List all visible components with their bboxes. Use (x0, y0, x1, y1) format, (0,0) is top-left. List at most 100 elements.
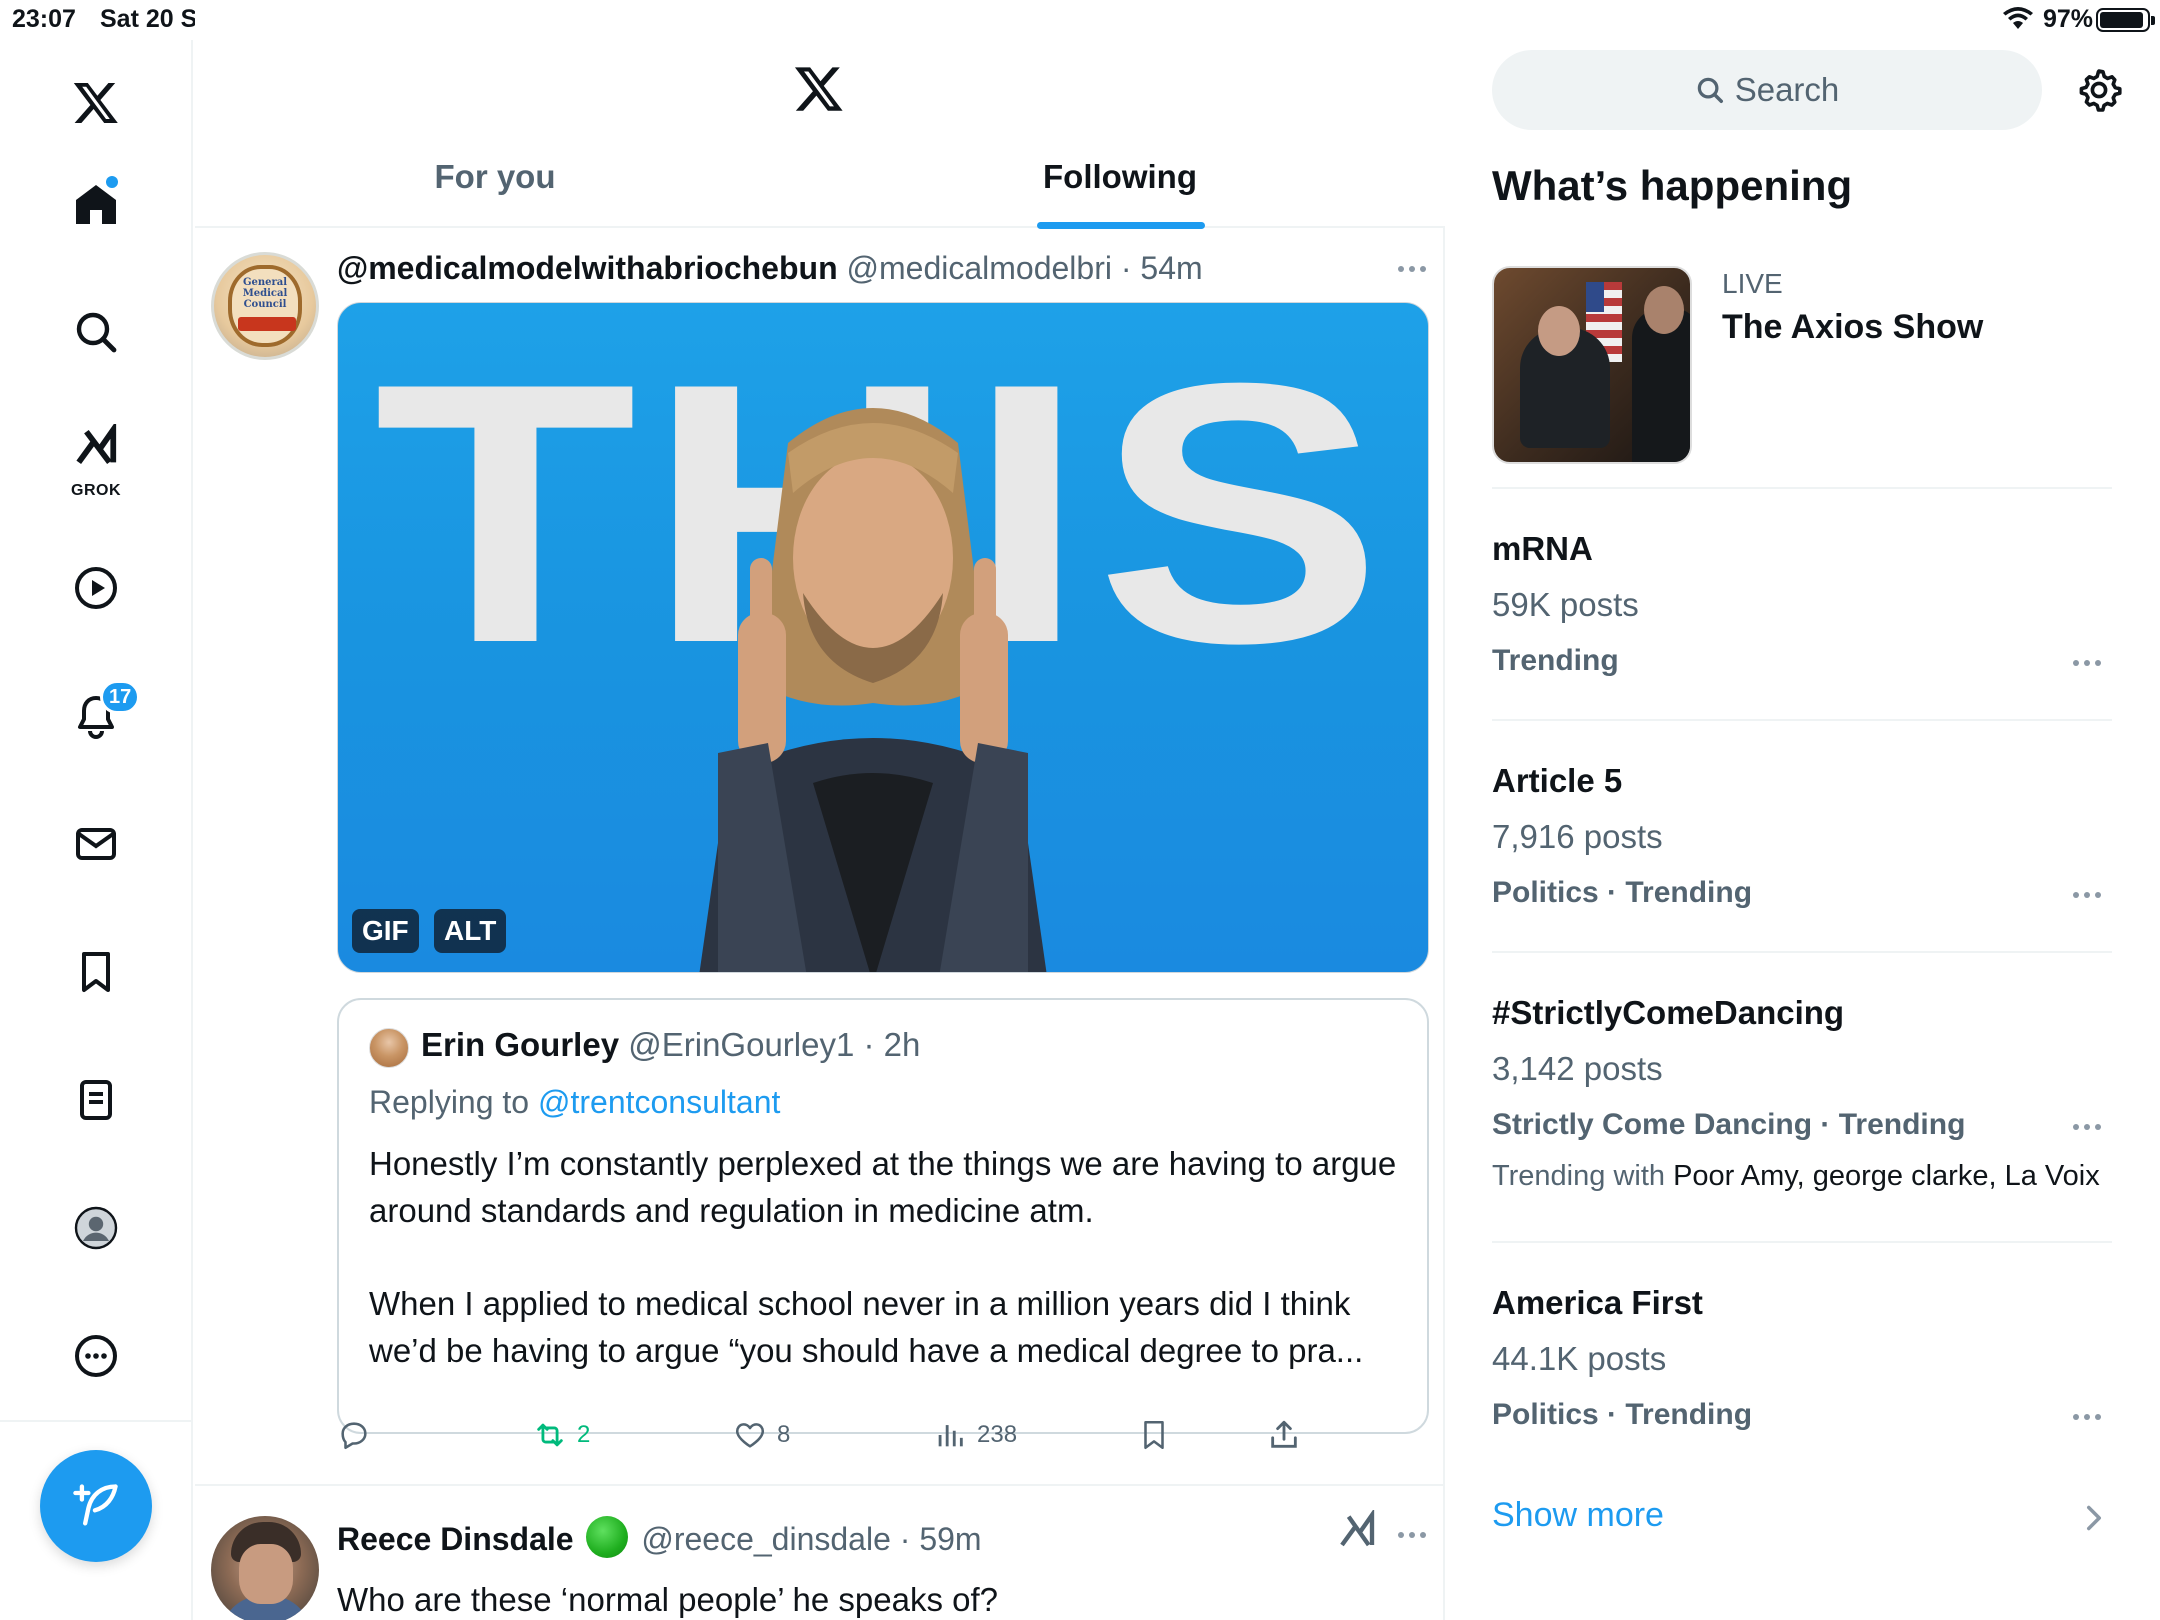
trending-with: Trending with Poor Amy, george clarke, L… (1492, 1160, 2100, 1193)
reply-icon (341, 1422, 367, 1450)
trend-more-icon[interactable] (2073, 1414, 2101, 1420)
views-button[interactable]: 238 (933, 1418, 1017, 1452)
trend-more-icon[interactable] (2073, 892, 2101, 898)
author-handle[interactable]: @medicalmodelbri (847, 250, 1112, 286)
live-thumbnail[interactable] (1492, 266, 1692, 464)
trend-title[interactable]: Article 5 (1492, 762, 1622, 800)
trend-more-icon[interactable] (2073, 1124, 2101, 1130)
show-more-link[interactable]: Show more (1492, 1496, 1664, 1535)
quoted-paragraph: Honestly I’m constantly perplexed at the… (369, 1145, 1397, 1229)
timeline-column: For you Following General Medical Council … (195, 0, 1634, 1620)
trend-more-icon[interactable] (2073, 660, 2101, 666)
replying-to: Replying to @trentconsultant (369, 1084, 780, 1121)
bookmark-icon (1144, 1420, 1164, 1450)
retweet-count: 2 (577, 1421, 591, 1448)
x-logo-icon[interactable] (793, 62, 845, 114)
tab-for-you[interactable]: For you (195, 158, 795, 228)
like-icon (735, 1423, 765, 1448)
gif-badge: GIF (352, 909, 419, 953)
x-logo-icon[interactable] (60, 66, 132, 138)
divider (1492, 487, 2112, 489)
more-icon[interactable] (60, 1320, 132, 1392)
quoted-author-name: Erin Gourley (421, 1026, 620, 1063)
chevron-right-icon[interactable] (2083, 1504, 2105, 1532)
reply-button[interactable] (337, 1418, 371, 1452)
tab-following[interactable]: Following (795, 158, 1445, 228)
quoted-paragraph: When I applied to medical school never i… (369, 1285, 1364, 1369)
tweet[interactable]: Reece Dinsdale @reece_dinsdale · 59m Who… (195, 1488, 1445, 1620)
trend-posts: 3,142 posts (1492, 1050, 1663, 1087)
active-tab-indicator (1037, 222, 1205, 229)
tweet-header: Reece Dinsdale @reece_dinsdale · 59m (337, 1516, 982, 1558)
share-icon (1271, 1420, 1297, 1448)
timestamp[interactable]: 54m (1140, 250, 1202, 286)
trend-meta: Strictly Come Dancing · Trending (1492, 1108, 1966, 1141)
quoted-timestamp: 2h (883, 1026, 921, 1063)
compose-button[interactable] (40, 1450, 152, 1562)
search-input[interactable]: Search (1492, 50, 2042, 130)
like-count: 8 (777, 1421, 791, 1448)
separator: · (890, 1521, 920, 1557)
trend-title[interactable]: mRNA (1492, 530, 1593, 568)
bell-icon[interactable]: 17 (60, 680, 141, 752)
live-title[interactable]: The Axios Show (1722, 308, 1983, 347)
separator: · (1111, 250, 1141, 286)
notifications-badge: 17 (100, 680, 141, 714)
tweet-more-icon[interactable] (1398, 266, 1426, 272)
whats-happening-heading: What’s happening (1492, 162, 1853, 209)
divider (1492, 951, 2112, 953)
tweet-text: Who are these ‘normal people’ he speaks … (337, 1581, 998, 1618)
divider (1492, 1241, 2112, 1243)
quoted-header: Erin Gourley @ErinGourley1 · 2h (421, 1026, 920, 1064)
grok-label: GROK (71, 482, 121, 499)
like-button[interactable]: 8 (733, 1418, 790, 1452)
play-icon[interactable] (60, 552, 132, 624)
alt-badge[interactable]: ALT (434, 909, 507, 953)
trend-meta: Politics · Trending (1492, 876, 1753, 909)
grok-icon[interactable] (1337, 1510, 1377, 1550)
replying-to-link[interactable]: @trentconsultant (538, 1084, 780, 1120)
profile-icon[interactable] (60, 1192, 132, 1264)
avatar[interactable]: General Medical Council (211, 252, 319, 360)
trend-posts: 44.1K posts (1492, 1340, 1667, 1377)
trend-meta: Politics · Trending (1492, 1398, 1753, 1431)
trend-title[interactable]: #StrictlyComeDancing (1492, 994, 1844, 1032)
author-name[interactable]: @medicalmodelwithabriochebun (337, 250, 838, 286)
tweet-gif[interactable]: THIS GIF ALT (337, 302, 1429, 973)
gif-person-graphic (699, 408, 1047, 972)
views-count: 238 (977, 1421, 1018, 1448)
author-handle[interactable]: @reece_dinsdale (641, 1521, 891, 1557)
home-icon[interactable] (60, 168, 132, 240)
trend-meta: Trending (1492, 644, 1619, 677)
search-placeholder: Search (1734, 71, 1840, 108)
trend-posts: 59K posts (1492, 586, 1639, 623)
quoted-tweet[interactable]: Erin Gourley @ErinGourley1 · 2h Replying… (337, 998, 1429, 1434)
nav-divider (0, 1420, 193, 1422)
tweet[interactable]: General Medical Council @medicalmodelwitha… (195, 230, 1445, 1486)
grok-icon[interactable]: GROK (60, 418, 132, 499)
divider (1492, 719, 2112, 721)
author-name[interactable]: Reece Dinsdale (337, 1521, 574, 1557)
quoted-text: Honestly I’m constantly perplexed at the… (369, 1140, 1409, 1420)
timeline-header: For you Following (195, 0, 1445, 229)
share-button[interactable] (1267, 1418, 1301, 1452)
bookmark-button[interactable] (1137, 1418, 1171, 1452)
mail-icon[interactable] (60, 808, 132, 880)
retweet-button[interactable]: 2 (533, 1418, 590, 1452)
gear-icon[interactable] (2075, 66, 2123, 114)
tweet-more-icon[interactable] (1398, 1532, 1426, 1538)
timestamp[interactable]: 59m (919, 1521, 981, 1557)
views-icon (938, 1425, 963, 1447)
quoted-avatar (369, 1028, 409, 1068)
trending-with-prefix: Trending with (1492, 1160, 1674, 1192)
bookmark-icon[interactable] (60, 936, 132, 1008)
replying-prefix: Replying to (369, 1084, 538, 1120)
list-icon[interactable] (60, 1064, 132, 1136)
left-navigation: GROK 17 (0, 40, 193, 1620)
tweet-actions: 2 8 238 (337, 1418, 1429, 1468)
avatar[interactable] (211, 1516, 319, 1620)
status-time: 23:07 (12, 5, 76, 33)
trend-title[interactable]: America First (1492, 1284, 1703, 1322)
search-icon[interactable] (60, 296, 132, 368)
home-unread-dot (106, 176, 118, 188)
